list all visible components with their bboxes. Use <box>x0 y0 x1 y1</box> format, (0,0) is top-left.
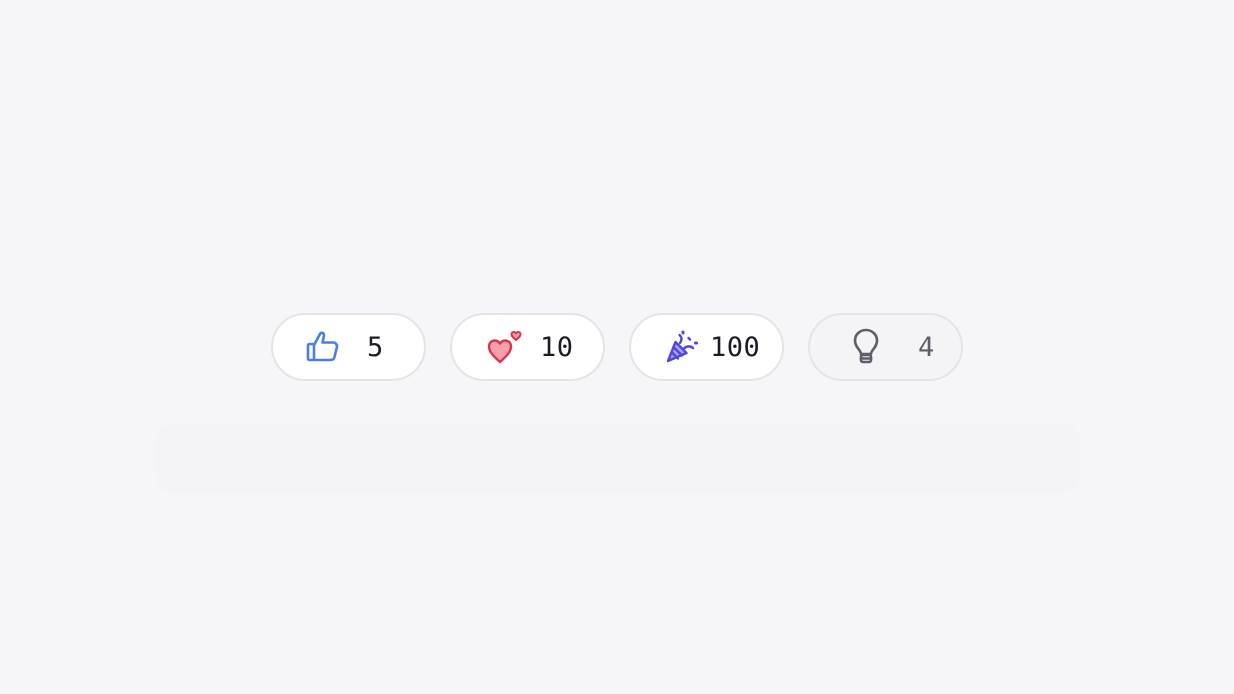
reaction-bar: 5 10 100 4 <box>271 313 963 381</box>
reaction-count: 4 <box>918 331 935 363</box>
reaction-lightbulb-button[interactable]: 4 <box>808 313 963 381</box>
reaction-count: 5 <box>367 331 384 363</box>
reaction-count: 10 <box>540 331 574 363</box>
party-popper-icon <box>662 327 702 367</box>
reaction-count: 100 <box>710 331 761 363</box>
empty-panel <box>155 424 1080 494</box>
reaction-thumbs-up-button[interactable]: 5 <box>271 313 426 381</box>
thumbs-up-icon <box>303 327 343 367</box>
reaction-heart-button[interactable]: 10 <box>450 313 605 381</box>
lightbulb-icon <box>846 327 886 367</box>
reaction-party-popper-button[interactable]: 100 <box>629 313 784 381</box>
heart-icon <box>485 327 525 367</box>
